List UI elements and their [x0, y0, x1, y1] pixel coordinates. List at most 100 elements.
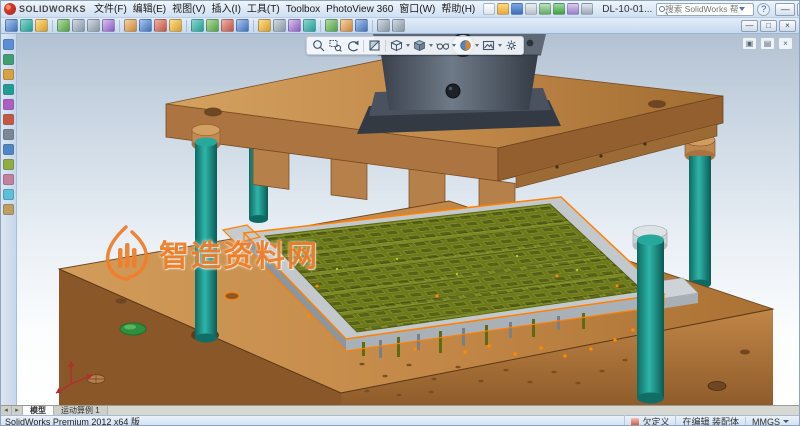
hole-alignment-icon[interactable] — [258, 19, 271, 32]
clearance-verification-icon[interactable] — [236, 19, 249, 32]
interference-detection-icon[interactable] — [221, 19, 234, 32]
zoom-to-fit-icon[interactable] — [310, 38, 327, 53]
smart-dimension-tool-icon[interactable] — [3, 69, 14, 80]
bill-of-materials-icon[interactable] — [169, 19, 182, 32]
display-style-icon[interactable] — [411, 38, 428, 53]
menu-view[interactable]: 视图(V) — [169, 1, 208, 18]
product-name: SolidWorks Premium 2012 x64 版 — [5, 415, 624, 426]
open-icon[interactable] — [497, 3, 509, 15]
file-properties-icon[interactable] — [567, 3, 579, 15]
save-icon[interactable] — [511, 3, 523, 15]
solidworks-logo-icon — [4, 3, 16, 15]
menu-photoview[interactable]: PhotoView 360 — [323, 1, 396, 18]
zoom-to-area-icon[interactable] — [327, 38, 344, 53]
document-title: DL-10-01... — [602, 4, 652, 15]
reference-geometry-icon[interactable] — [139, 19, 152, 32]
previous-view-icon[interactable] — [344, 38, 361, 53]
appearance-tool-icon[interactable] — [3, 204, 14, 215]
mass-properties-icon[interactable] — [288, 19, 301, 32]
menu-toolbox[interactable]: Toolbox — [283, 1, 323, 18]
doc-minimize-button[interactable]: — — [741, 20, 758, 32]
move-component-icon[interactable] — [72, 19, 85, 32]
viewport-corner-buttons: ▣ ▤ × — [742, 37, 793, 50]
solidworks-window: SOLIDWORKS 文件(F) 编辑(E) 视图(V) 插入(I) 工具(T)… — [0, 0, 800, 426]
menu-edit[interactable]: 编辑(E) — [130, 1, 169, 18]
tab-motion-study[interactable]: 运动算例 1 — [54, 406, 108, 415]
sketch-icon[interactable] — [325, 19, 338, 32]
view-orientation-caret-icon[interactable] — [406, 44, 410, 47]
smart-dimension-icon[interactable] — [340, 19, 353, 32]
menu-help[interactable]: 帮助(H) — [438, 1, 478, 18]
explode-line-sketch-icon[interactable] — [206, 19, 219, 32]
menu-insert[interactable]: 插入(I) — [208, 1, 243, 18]
mirror-icon[interactable] — [3, 159, 14, 170]
3d-viewport-scene[interactable] — [17, 34, 799, 405]
search-caret-icon[interactable] — [739, 7, 745, 11]
guide-pillar-right-front[interactable] — [633, 226, 667, 404]
left-view-toolbar — [1, 34, 17, 405]
guide-pillar-left-front[interactable] — [192, 125, 220, 343]
view-settings-icon[interactable] — [503, 38, 520, 53]
guide-pillar-right-back[interactable] — [685, 134, 715, 289]
help-search-box[interactable] — [656, 3, 754, 16]
graphics-area[interactable]: ▣ ▤ × 智造资料网 — [17, 34, 799, 405]
quick-access-toolbar — [482, 3, 594, 15]
doc-restore-button[interactable]: □ — [760, 20, 777, 32]
help-button[interactable]: ? — [757, 3, 770, 16]
select-icon[interactable] — [3, 39, 14, 50]
edit-appearance-icon[interactable] — [457, 38, 474, 53]
view-orientation-icon[interactable] — [388, 38, 405, 53]
insert-components-icon[interactable] — [5, 19, 18, 32]
tab-model[interactable]: 模型 — [23, 406, 54, 415]
apply-scene-caret-icon[interactable] — [498, 44, 502, 47]
exploded-view-icon[interactable] — [191, 19, 204, 32]
menu-window[interactable]: 窗口(W) — [396, 1, 438, 18]
sketch-tool-icon[interactable] — [3, 54, 14, 65]
display-style-caret-icon[interactable] — [429, 44, 433, 47]
rebuild-icon[interactable] — [553, 3, 565, 15]
menu-file[interactable]: 文件(F) — [91, 1, 130, 18]
print-icon[interactable] — [525, 3, 537, 15]
definition-state-text: 欠定义 — [642, 415, 669, 426]
extruded-boss-icon[interactable] — [3, 84, 14, 95]
reference-geometry-tool-icon[interactable] — [3, 174, 14, 185]
edit-appearance-caret-icon[interactable] — [475, 44, 479, 47]
toolbar-options-icon[interactable] — [392, 19, 405, 32]
window-close-icon[interactable]: × — [778, 37, 793, 50]
measure-icon[interactable] — [273, 19, 286, 32]
assembly-toolbar: — □ × — [1, 18, 799, 34]
section-view-icon[interactable] — [366, 38, 383, 53]
window-tile-icon[interactable]: ▣ — [742, 37, 757, 50]
linear-pattern-icon[interactable] — [3, 144, 14, 155]
fillet-icon[interactable] — [3, 129, 14, 140]
minimize-button[interactable]: — — [775, 3, 795, 16]
revolved-boss-icon[interactable] — [3, 114, 14, 125]
rebuild-status-icon — [631, 418, 639, 426]
units-selector[interactable]: MMGS — [745, 417, 795, 426]
new-motion-study-icon[interactable] — [154, 19, 167, 32]
section-view-icon[interactable] — [303, 19, 316, 32]
new-icon[interactable] — [483, 3, 495, 15]
rotate-component-icon[interactable] — [87, 19, 100, 32]
extruded-cut-icon[interactable] — [3, 99, 14, 110]
virtual-sharp-icon[interactable] — [377, 19, 390, 32]
search-input[interactable] — [665, 4, 739, 14]
linear-component-pattern-icon[interactable] — [35, 19, 48, 32]
assembly-features-icon[interactable] — [124, 19, 137, 32]
edit-component-icon[interactable] — [355, 19, 368, 32]
hide-show-caret-icon[interactable] — [452, 44, 456, 47]
tab-scroll-right-icon[interactable]: ▸ — [12, 406, 23, 415]
menu-tools[interactable]: 工具(T) — [244, 1, 283, 18]
smart-fasteners-icon[interactable] — [57, 19, 70, 32]
tab-scroll-left-icon[interactable]: ◂ — [1, 406, 12, 415]
measure-tool-icon[interactable] — [3, 189, 14, 200]
options-icon[interactable] — [581, 3, 593, 15]
apply-scene-icon[interactable] — [480, 38, 497, 53]
hide-show-items-icon[interactable] — [434, 38, 451, 53]
show-hidden-components-icon[interactable] — [102, 19, 115, 32]
mate-icon[interactable] — [20, 19, 33, 32]
brand-text: SOLIDWORKS — [19, 4, 86, 14]
undo-icon[interactable] — [539, 3, 551, 15]
doc-close-button[interactable]: × — [779, 20, 796, 32]
window-cascade-icon[interactable]: ▤ — [760, 37, 775, 50]
